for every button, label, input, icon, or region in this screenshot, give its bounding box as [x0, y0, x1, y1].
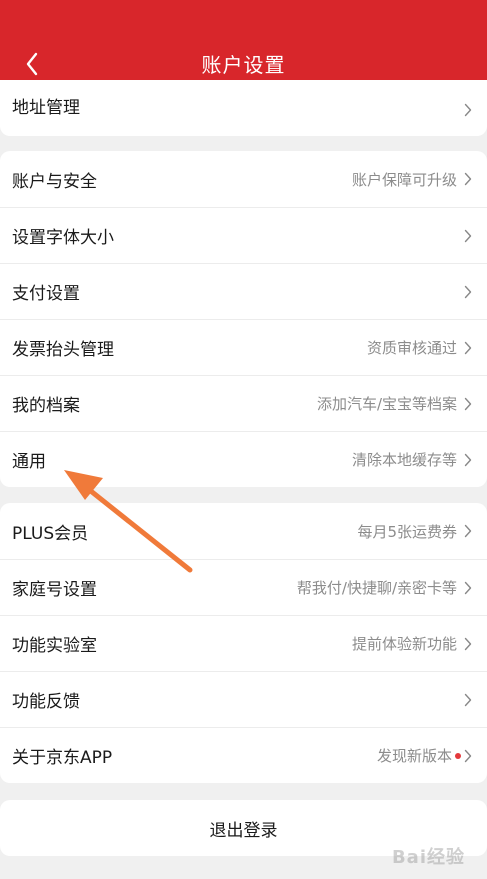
settings-item-label: 功能实验室 — [12, 636, 97, 656]
settings-item-label: 设置字体大小 — [12, 228, 114, 248]
settings-item-general[interactable]: 通用 清除本地缓存等 — [0, 431, 487, 487]
settings-item-my-profile[interactable]: 我的档案 添加汽车/宝宝等档案 — [0, 375, 487, 431]
settings-item-feature-lab[interactable]: 功能实验室 提前体验新功能 — [0, 615, 487, 671]
chevron-right-icon — [463, 284, 473, 300]
settings-item-value: 发现新版本 — [376, 747, 452, 765]
chevron-right-icon — [463, 396, 473, 412]
settings-item-font-size[interactable]: 设置字体大小 — [0, 207, 487, 263]
chevron-right-icon — [463, 452, 473, 468]
settings-item-feedback[interactable]: 功能反馈 — [0, 671, 487, 727]
settings-item-label: 我的档案 — [12, 396, 80, 416]
chevron-right-icon — [463, 340, 473, 356]
settings-group-account: 账户与安全 账户保障可升级 设置字体大小 支付设置 发票抬头管理 资质审核通过 … — [0, 151, 487, 487]
logout-label: 退出登录 — [209, 820, 278, 841]
settings-item-label: PLUS会员 — [12, 523, 89, 544]
chevron-right-icon — [463, 692, 473, 708]
settings-item-value: 帮我付/快捷聊/亲密卡等 — [296, 579, 457, 597]
settings-group-address: 地址管理 — [0, 80, 487, 136]
settings-item-value: 资质审核通过 — [366, 339, 457, 357]
settings-item-label: 关于京东APP — [12, 748, 113, 768]
watermark-logo: Bai经验 — [391, 847, 465, 868]
settings-item-invoice-title[interactable]: 发票抬头管理 资质审核通过 — [0, 319, 487, 375]
settings-item-label: 通用 — [12, 452, 46, 472]
chevron-right-icon — [463, 636, 473, 652]
settings-item-value: 账户保障可升级 — [351, 170, 457, 189]
settings-item-label: 功能反馈 — [12, 692, 80, 712]
settings-item-about-app[interactable]: 关于京东APP 发现新版本 — [0, 727, 487, 783]
status-bar — [0, 0, 487, 42]
settings-item-address[interactable]: 地址管理 — [0, 80, 487, 136]
settings-item-label: 家庭号设置 — [12, 580, 97, 600]
settings-item-value: 清除本地缓存等 — [351, 451, 457, 469]
chevron-right-icon — [463, 580, 473, 596]
settings-item-value: 提前体验新功能 — [351, 635, 457, 653]
chevron-right-icon — [463, 171, 473, 187]
update-dot — [455, 752, 461, 759]
chevron-right-icon — [463, 748, 473, 764]
settings-group-more: PLUS会员 每月5张运费券 家庭号设置 帮我付/快捷聊/亲密卡等 功能实验室 … — [0, 503, 487, 783]
settings-item-label: 支付设置 — [12, 284, 80, 304]
settings-item-plus-member[interactable]: PLUS会员 每月5张运费券 — [0, 503, 487, 559]
settings-item-label: 发票抬头管理 — [12, 340, 114, 360]
chevron-right-icon — [463, 228, 473, 244]
chevron-right-icon — [463, 102, 473, 118]
settings-item-label: 地址管理 — [12, 98, 80, 118]
settings-item-account-security[interactable]: 账户与安全 账户保障可升级 — [0, 151, 487, 207]
settings-item-family-account[interactable]: 家庭号设置 帮我付/快捷聊/亲密卡等 — [0, 559, 487, 615]
settings-item-value: 添加汽车/宝宝等档案 — [316, 395, 457, 413]
chevron-right-icon — [463, 523, 473, 539]
settings-item-value: 每月5张运费券 — [357, 522, 457, 541]
settings-item-label: 账户与安全 — [12, 171, 97, 192]
settings-item-payment[interactable]: 支付设置 — [0, 263, 487, 319]
